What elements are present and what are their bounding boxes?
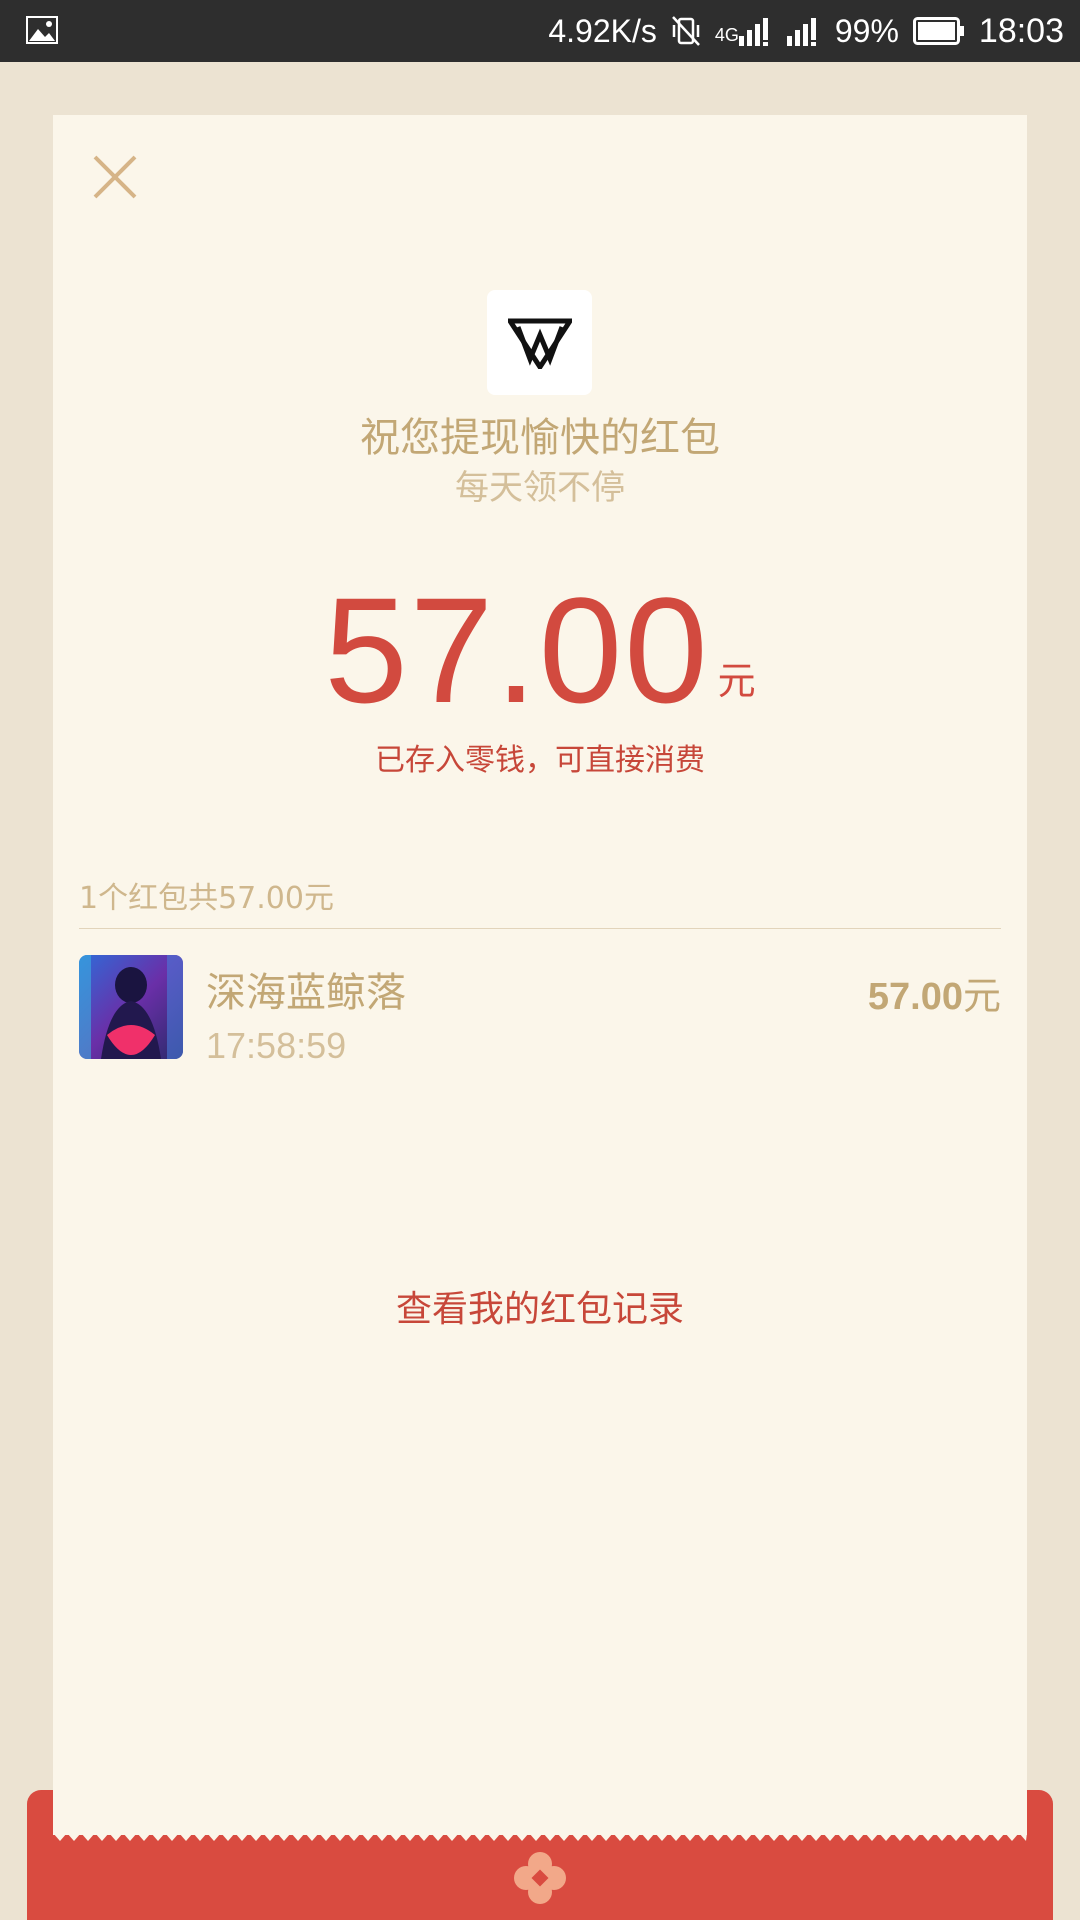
received-amount-value: 57.00 xyxy=(867,976,963,1018)
received-amount-unit: 元 xyxy=(962,976,1001,1018)
vibrate-off-icon xyxy=(671,16,700,46)
amount-display: 57.00 元 xyxy=(53,575,1027,725)
list-item[interactable]: 深海蓝鲸落 17:58:59 57.00元 xyxy=(79,955,1001,1066)
network-speed: 4.92K/s xyxy=(548,12,657,49)
packet-subgreeting: 每天领不停 xyxy=(455,468,625,508)
signal-4g-icon: 4G xyxy=(715,16,773,46)
sender-name: 深海蓝鲸落 xyxy=(206,970,406,1016)
network-type: 4G xyxy=(714,25,739,45)
packet-greeting: 祝您提现愉快的红包 xyxy=(360,415,720,461)
battery-icon xyxy=(912,17,964,45)
sender-logo xyxy=(487,290,592,395)
flower-icon xyxy=(514,1852,566,1904)
view-records-link[interactable]: 查看我的红包记录 xyxy=(53,1280,1027,1332)
red-packet-detail-card: 祝您提现愉快的红包 每天领不停 57.00 元 已存入零钱，可直接消费 1个红包… xyxy=(53,115,1027,1835)
card-zigzag-edge xyxy=(53,1827,1027,1841)
avatar xyxy=(79,955,183,1059)
clock: 18:03 xyxy=(978,11,1064,50)
packet-summary: 1个红包共57.00元 xyxy=(79,881,334,916)
signal-icon xyxy=(786,18,816,46)
battery-percent: 99% xyxy=(834,12,899,49)
close-icon[interactable] xyxy=(91,153,139,201)
w-logo-icon xyxy=(507,318,572,369)
divider xyxy=(79,928,1001,929)
status-bar: 4.92K/s 4G 99% 18:03 xyxy=(0,0,1080,62)
received-amount: 57.00元 xyxy=(868,965,1001,1020)
amount-value: 57.00 xyxy=(324,566,710,734)
gallery-icon xyxy=(26,16,58,44)
received-time: 17:58:59 xyxy=(206,1025,347,1066)
stored-note[interactable]: 已存入零钱，可直接消费 xyxy=(53,735,1027,779)
amount-unit: 元 xyxy=(717,659,756,703)
